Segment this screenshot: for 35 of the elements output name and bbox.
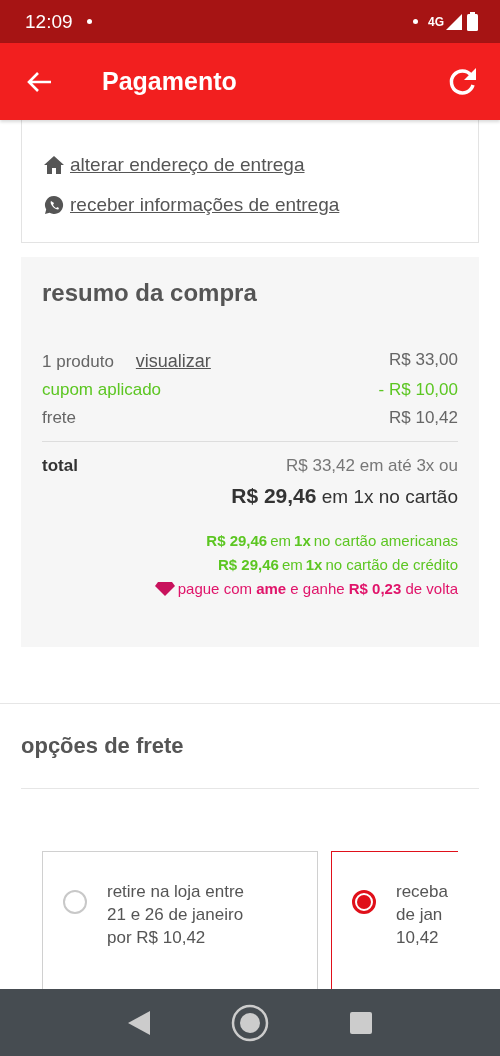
summary-value: R$ 33,00 [389,349,458,370]
card-offer: R$ 29,46 em 1x no cartão americanas [206,532,458,549]
radio-button[interactable] [352,890,376,915]
card-offer: R$ 29,46 em 1x no cartão de crédito [218,556,458,573]
shipping-option-text: retire na loja entre 21 e 26 de janeiro por R$ 10,42 [107,881,245,950]
home-icon [44,156,64,174]
shipping-option-text: receba de jan 10,42 [396,881,448,950]
home-nav-button[interactable] [230,1002,270,1043]
chat-icon [44,195,64,215]
summary-label: frete [42,408,77,428]
back-button[interactable] [26,70,52,93]
total-label: total [42,456,78,476]
battery-icon [467,12,478,31]
radio-button[interactable] [63,890,87,915]
installment-price: R$ 33,42 em até 3x ou [286,456,458,476]
summary-value: R$ 10,42 [389,408,458,428]
single-payment-price: R$ 29,46 em 1x no cartão [231,484,458,508]
gem-icon [154,581,175,596]
summary-label: cupom aplicado [42,380,162,400]
recents-nav-button[interactable] [350,1011,372,1034]
summary-label: 1 produto [42,352,114,372]
network-type: 4G [428,14,444,29]
page-title: Pagamento [102,67,238,96]
cashback-offer: pague com ame e ganhe R$ 0,23 de volta [177,580,458,597]
delivery-link[interactable]: alterar endereço de entrega [70,154,305,176]
back-nav-button[interactable] [128,1010,150,1035]
view-link[interactable]: visualizar [135,351,211,372]
summary-value: - R$ 10,00 [378,380,458,400]
shipping-title: opções de frete [21,733,185,760]
signal-icon [446,13,462,30]
notification-dot-icon [413,19,418,24]
clock: 12:09 [25,10,73,33]
summary-title: resumo da compra [42,279,258,307]
delivery-link[interactable]: receber informações de entrega [70,194,340,216]
notification-dot-icon [86,19,92,24]
